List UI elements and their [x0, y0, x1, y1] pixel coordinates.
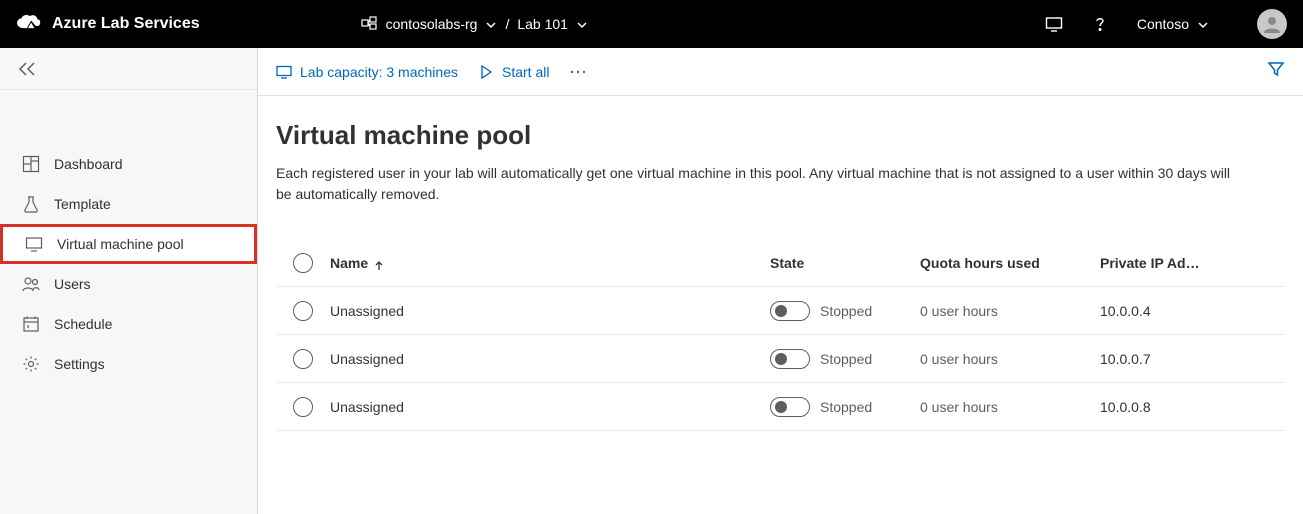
sidebar-item-users[interactable]: Users: [0, 264, 257, 304]
sidebar-item-label: Schedule: [54, 316, 112, 332]
azure-cloud-icon: [16, 14, 42, 34]
more-actions-button[interactable]: [569, 64, 587, 80]
col-quota-label: Quota hours used: [920, 255, 1040, 271]
table-header-row: Name State Quota hours used Private IP A…: [276, 239, 1285, 287]
col-name-label: Name: [330, 255, 368, 271]
vm-name: Unassigned: [330, 303, 404, 319]
sidebar-item-template[interactable]: Template: [0, 184, 257, 224]
lab-capacity-button[interactable]: Lab capacity: 3 machines: [276, 64, 458, 80]
vm-table: Name State Quota hours used Private IP A…: [276, 239, 1285, 431]
ip-text: 10.0.0.7: [1100, 351, 1151, 367]
row-select[interactable]: [276, 349, 330, 369]
sidebar-item-label: Virtual machine pool: [57, 236, 184, 252]
product-name: Azure Lab Services: [52, 15, 200, 33]
sidebar-item-label: Users: [54, 276, 91, 292]
quota-text: 0 user hours: [920, 351, 998, 367]
vm-name: Unassigned: [330, 399, 404, 415]
table-row[interactable]: Unassigned Stopped 0 user hours 10.0.0.8: [276, 383, 1285, 431]
header-right: Contoso: [1045, 9, 1287, 39]
sidebar-item-vm-pool[interactable]: Virtual machine pool: [0, 224, 257, 264]
top-header: Azure Lab Services contosolabs-rg / Lab …: [0, 0, 1303, 48]
row-select[interactable]: [276, 397, 330, 417]
state-toggle[interactable]: [770, 349, 810, 369]
ip-text: 10.0.0.4: [1100, 303, 1151, 319]
sidebar-item-label: Template: [54, 196, 111, 212]
monitor-icon: [25, 235, 43, 253]
radio-circle-icon: [293, 397, 313, 417]
state-toggle[interactable]: [770, 301, 810, 321]
radio-circle-icon: [293, 349, 313, 369]
state-text: Stopped: [820, 351, 872, 367]
page-title: Virtual machine pool: [276, 120, 1285, 151]
users-icon: [22, 275, 40, 293]
toggle-knob: [775, 353, 787, 365]
state-text: Stopped: [820, 399, 872, 415]
sort-ascending-icon: [374, 258, 384, 268]
lab-capacity-label: Lab capacity: 3 machines: [300, 64, 458, 80]
select-all-cell[interactable]: [276, 253, 330, 273]
sidebar-item-schedule[interactable]: Schedule: [0, 304, 257, 344]
state-toggle[interactable]: [770, 397, 810, 417]
page-description: Each registered user in your lab will au…: [276, 163, 1236, 205]
vm-name: Unassigned: [330, 351, 404, 367]
resource-group-icon: [360, 14, 378, 35]
dashboard-icon: [22, 155, 40, 173]
sidebar-item-label: Dashboard: [54, 156, 123, 172]
chevron-down-icon: [576, 18, 588, 30]
sidebar: Dashboard Template Virtual machine pool …: [0, 48, 258, 514]
calendar-icon: [22, 315, 40, 333]
monitor-icon: [276, 64, 292, 80]
main-layout: Dashboard Template Virtual machine pool …: [0, 48, 1303, 514]
chevron-down-icon: [1197, 18, 1209, 30]
flask-icon: [22, 195, 40, 213]
user-name: Contoso: [1137, 16, 1189, 32]
col-ip-label: Private IP Ad…: [1100, 255, 1200, 271]
help-icon[interactable]: [1091, 15, 1109, 33]
radio-circle-icon: [293, 301, 313, 321]
avatar[interactable]: [1257, 9, 1287, 39]
logo-group[interactable]: Azure Lab Services: [16, 14, 200, 34]
sidebar-item-dashboard[interactable]: Dashboard: [0, 144, 257, 184]
sidebar-item-settings[interactable]: Settings: [0, 344, 257, 384]
toolbar: Lab capacity: 3 machines Start all: [258, 48, 1303, 96]
toggle-knob: [775, 305, 787, 317]
page-body: Virtual machine pool Each registered use…: [258, 96, 1303, 455]
breadcrumb-resource-group[interactable]: contosolabs-rg: [360, 14, 498, 35]
monitor-icon[interactable]: [1045, 15, 1063, 33]
play-icon: [478, 64, 494, 80]
toggle-knob: [775, 401, 787, 413]
gear-icon: [22, 355, 40, 373]
nav-list: Dashboard Template Virtual machine pool …: [0, 90, 257, 384]
user-menu[interactable]: Contoso: [1137, 16, 1209, 32]
content-area: Lab capacity: 3 machines Start all Virtu…: [258, 48, 1303, 514]
breadcrumb-lab-label: Lab 101: [517, 16, 568, 32]
state-text: Stopped: [820, 303, 872, 319]
sidebar-item-label: Settings: [54, 356, 105, 372]
select-all-circle: [293, 253, 313, 273]
breadcrumb: contosolabs-rg / Lab 101: [360, 14, 588, 35]
table-row[interactable]: Unassigned Stopped 0 user hours 10.0.0.7: [276, 335, 1285, 383]
start-all-label: Start all: [502, 64, 549, 80]
column-header-name[interactable]: Name: [330, 255, 770, 271]
quota-text: 0 user hours: [920, 303, 998, 319]
column-header-quota[interactable]: Quota hours used: [920, 255, 1100, 271]
chevron-down-icon: [485, 18, 497, 30]
breadcrumb-lab[interactable]: Lab 101: [517, 16, 588, 32]
breadcrumb-separator: /: [505, 16, 509, 32]
row-select[interactable]: [276, 301, 330, 321]
column-header-ip[interactable]: Private IP Ad…: [1100, 255, 1285, 271]
breadcrumb-rg-label: contosolabs-rg: [386, 16, 478, 32]
filter-button[interactable]: [1267, 60, 1285, 83]
ip-text: 10.0.0.8: [1100, 399, 1151, 415]
start-all-button[interactable]: Start all: [478, 64, 549, 80]
column-header-state[interactable]: State: [770, 255, 920, 271]
table-row[interactable]: Unassigned Stopped 0 user hours 10.0.0.4: [276, 287, 1285, 335]
sidebar-collapse-button[interactable]: [0, 48, 257, 90]
quota-text: 0 user hours: [920, 399, 998, 415]
col-state-label: State: [770, 255, 804, 271]
